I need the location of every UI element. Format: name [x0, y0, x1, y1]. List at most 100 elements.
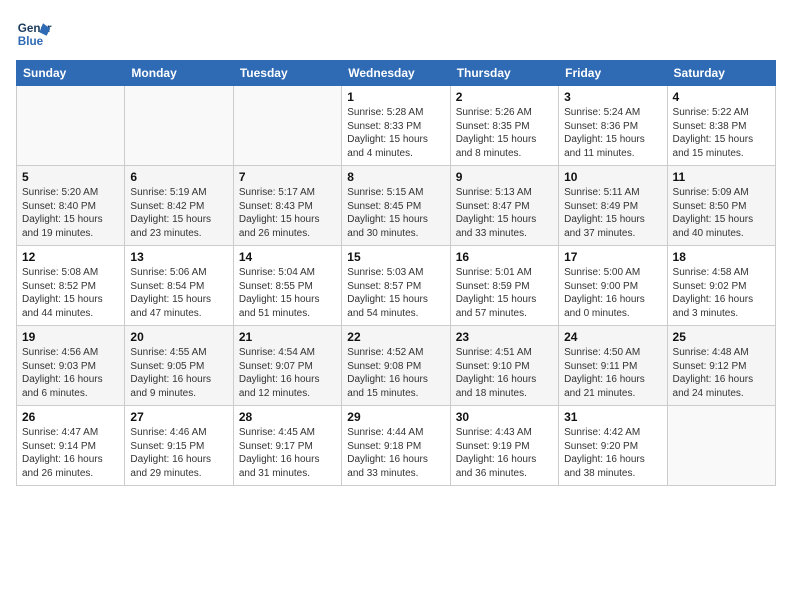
day-number: 22	[347, 330, 444, 344]
week-row-4: 19 Sunrise: 4:56 AM Sunset: 9:03 PM Dayli…	[17, 326, 776, 406]
day-number: 4	[673, 90, 770, 104]
day-number: 3	[564, 90, 661, 104]
calendar-cell: 10 Sunrise: 5:11 AM Sunset: 8:49 PM Dayli…	[559, 166, 667, 246]
calendar-cell	[233, 86, 341, 166]
calendar-cell: 30Sunrise: 4:43 AM Sunset: 9:19 PM Dayli…	[450, 406, 558, 486]
calendar-cell: 2 Sunrise: 5:26 AM Sunset: 8:35 PM Daylig…	[450, 86, 558, 166]
day-number: 10	[564, 170, 661, 184]
day-info: Sunrise: 4:56 AM Sunset: 9:03 PM Dayligh…	[22, 346, 119, 400]
calendar-cell: 3 Sunrise: 5:24 AM Sunset: 8:36 PM Daylig…	[559, 86, 667, 166]
day-info: Sunrise: 5:19 AM Sunset: 8:42 PM Dayligh…	[130, 186, 227, 240]
day-number: 5	[22, 170, 119, 184]
weekday-header-wednesday: Wednesday	[342, 61, 450, 86]
day-info: Sunrise: 5:03 AM Sunset: 8:57 PM Dayligh…	[347, 266, 444, 320]
day-number: 19	[22, 330, 119, 344]
calendar-cell: 5 Sunrise: 5:20 AM Sunset: 8:40 PM Daylig…	[17, 166, 125, 246]
day-info: Sunrise: 4:50 AM Sunset: 9:11 PM Dayligh…	[564, 346, 661, 400]
weekday-header-friday: Friday	[559, 61, 667, 86]
day-info: Sunrise: 4:48 AM Sunset: 9:12 PM Dayligh…	[673, 346, 770, 400]
page-header: General Blue	[16, 16, 776, 52]
calendar-cell: 18Sunrise: 4:58 AM Sunset: 9:02 PM Dayli…	[667, 246, 775, 326]
day-number: 7	[239, 170, 336, 184]
day-info: Sunrise: 5:11 AM Sunset: 8:49 PM Dayligh…	[564, 186, 661, 240]
calendar-cell: 24 Sunrise: 4:50 AM Sunset: 9:11 PM Dayli…	[559, 326, 667, 406]
calendar-cell: 31 Sunrise: 4:42 AM Sunset: 9:20 PM Dayli…	[559, 406, 667, 486]
day-info: Sunrise: 4:51 AM Sunset: 9:10 PM Dayligh…	[456, 346, 553, 400]
day-info: Sunrise: 5:26 AM Sunset: 8:35 PM Dayligh…	[456, 106, 553, 160]
calendar-cell: 29 Sunrise: 4:44 AM Sunset: 9:18 PM Dayli…	[342, 406, 450, 486]
day-info: Sunrise: 4:54 AM Sunset: 9:07 PM Dayligh…	[239, 346, 336, 400]
weekday-header-thursday: Thursday	[450, 61, 558, 86]
calendar-cell: 8Sunrise: 5:15 AM Sunset: 8:45 PM Daylig…	[342, 166, 450, 246]
logo: General Blue	[16, 16, 52, 52]
day-info: Sunrise: 5:08 AM Sunset: 8:52 PM Dayligh…	[22, 266, 119, 320]
day-number: 25	[673, 330, 770, 344]
calendar-cell: 27Sunrise: 4:46 AM Sunset: 9:15 PM Dayli…	[125, 406, 233, 486]
day-number: 15	[347, 250, 444, 264]
day-info: Sunrise: 4:44 AM Sunset: 9:18 PM Dayligh…	[347, 426, 444, 480]
day-info: Sunrise: 5:17 AM Sunset: 8:43 PM Dayligh…	[239, 186, 336, 240]
day-info: Sunrise: 5:13 AM Sunset: 8:47 PM Dayligh…	[456, 186, 553, 240]
calendar-cell: 17 Sunrise: 5:00 AM Sunset: 9:00 PM Dayli…	[559, 246, 667, 326]
day-info: Sunrise: 5:28 AM Sunset: 8:33 PM Dayligh…	[347, 106, 444, 160]
calendar-cell: 28 Sunrise: 4:45 AM Sunset: 9:17 PM Dayli…	[233, 406, 341, 486]
day-number: 29	[347, 410, 444, 424]
day-info: Sunrise: 5:20 AM Sunset: 8:40 PM Dayligh…	[22, 186, 119, 240]
day-number: 2	[456, 90, 553, 104]
calendar-cell	[17, 86, 125, 166]
day-info: Sunrise: 4:47 AM Sunset: 9:14 PM Dayligh…	[22, 426, 119, 480]
calendar-cell: 23 Sunrise: 4:51 AM Sunset: 9:10 PM Dayli…	[450, 326, 558, 406]
day-info: Sunrise: 5:22 AM Sunset: 8:38 PM Dayligh…	[673, 106, 770, 160]
day-info: Sunrise: 4:42 AM Sunset: 9:20 PM Dayligh…	[564, 426, 661, 480]
day-number: 11	[673, 170, 770, 184]
day-number: 17	[564, 250, 661, 264]
day-number: 28	[239, 410, 336, 424]
calendar-cell: 22 Sunrise: 4:52 AM Sunset: 9:08 PM Dayli…	[342, 326, 450, 406]
day-info: Sunrise: 5:09 AM Sunset: 8:50 PM Dayligh…	[673, 186, 770, 240]
day-number: 8	[347, 170, 444, 184]
calendar-cell: 11 Sunrise: 5:09 AM Sunset: 8:50 PM Dayli…	[667, 166, 775, 246]
calendar-cell	[667, 406, 775, 486]
calendar-cell: 1Sunrise: 5:28 AM Sunset: 8:33 PM Daylig…	[342, 86, 450, 166]
day-number: 13	[130, 250, 227, 264]
logo-icon: General Blue	[16, 16, 52, 52]
calendar-cell: 25 Sunrise: 4:48 AM Sunset: 9:12 PM Dayli…	[667, 326, 775, 406]
day-number: 12	[22, 250, 119, 264]
calendar-cell: 12 Sunrise: 5:08 AM Sunset: 8:52 PM Dayli…	[17, 246, 125, 326]
calendar-table: SundayMondayTuesdayWednesdayThursdayFrid…	[16, 60, 776, 486]
day-info: Sunrise: 5:04 AM Sunset: 8:55 PM Dayligh…	[239, 266, 336, 320]
weekday-header-saturday: Saturday	[667, 61, 775, 86]
calendar-cell: 13 Sunrise: 5:06 AM Sunset: 8:54 PM Dayli…	[125, 246, 233, 326]
day-number: 20	[130, 330, 227, 344]
day-info: Sunrise: 5:24 AM Sunset: 8:36 PM Dayligh…	[564, 106, 661, 160]
day-info: Sunrise: 4:45 AM Sunset: 9:17 PM Dayligh…	[239, 426, 336, 480]
day-number: 23	[456, 330, 553, 344]
svg-text:Blue: Blue	[18, 35, 44, 48]
calendar-cell: 14 Sunrise: 5:04 AM Sunset: 8:55 PM Dayli…	[233, 246, 341, 326]
calendar-cell: 15 Sunrise: 5:03 AM Sunset: 8:57 PM Dayli…	[342, 246, 450, 326]
day-number: 24	[564, 330, 661, 344]
week-row-5: 26 Sunrise: 4:47 AM Sunset: 9:14 PM Dayli…	[17, 406, 776, 486]
calendar-cell: 16Sunrise: 5:01 AM Sunset: 8:59 PM Dayli…	[450, 246, 558, 326]
day-info: Sunrise: 4:52 AM Sunset: 9:08 PM Dayligh…	[347, 346, 444, 400]
day-number: 14	[239, 250, 336, 264]
weekday-header-monday: Monday	[125, 61, 233, 86]
week-row-3: 12 Sunrise: 5:08 AM Sunset: 8:52 PM Dayli…	[17, 246, 776, 326]
day-number: 26	[22, 410, 119, 424]
calendar-cell: 9 Sunrise: 5:13 AM Sunset: 8:47 PM Daylig…	[450, 166, 558, 246]
day-info: Sunrise: 5:06 AM Sunset: 8:54 PM Dayligh…	[130, 266, 227, 320]
day-info: Sunrise: 4:58 AM Sunset: 9:02 PM Dayligh…	[673, 266, 770, 320]
day-info: Sunrise: 5:01 AM Sunset: 8:59 PM Dayligh…	[456, 266, 553, 320]
calendar-cell: 26 Sunrise: 4:47 AM Sunset: 9:14 PM Dayli…	[17, 406, 125, 486]
calendar-cell: 19 Sunrise: 4:56 AM Sunset: 9:03 PM Dayli…	[17, 326, 125, 406]
day-info: Sunrise: 4:55 AM Sunset: 9:05 PM Dayligh…	[130, 346, 227, 400]
calendar-cell: 6 Sunrise: 5:19 AM Sunset: 8:42 PM Daylig…	[125, 166, 233, 246]
calendar-cell: 7 Sunrise: 5:17 AM Sunset: 8:43 PM Daylig…	[233, 166, 341, 246]
day-number: 21	[239, 330, 336, 344]
day-info: Sunrise: 5:00 AM Sunset: 9:00 PM Dayligh…	[564, 266, 661, 320]
day-number: 31	[564, 410, 661, 424]
day-number: 9	[456, 170, 553, 184]
day-number: 6	[130, 170, 227, 184]
week-row-2: 5 Sunrise: 5:20 AM Sunset: 8:40 PM Daylig…	[17, 166, 776, 246]
week-row-1: 1Sunrise: 5:28 AM Sunset: 8:33 PM Daylig…	[17, 86, 776, 166]
